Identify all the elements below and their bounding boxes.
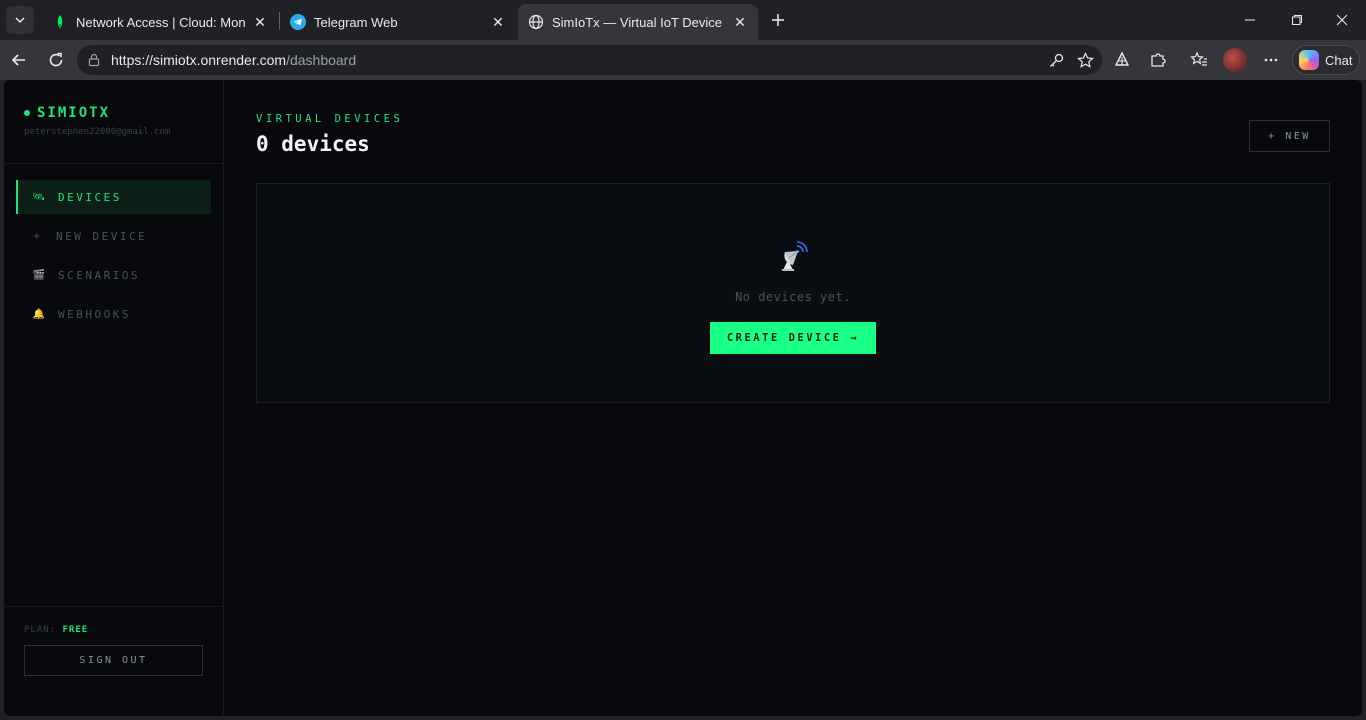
status-dot-icon — [24, 110, 30, 116]
url-text: https://simiotx.onrender.com/dashboard — [111, 52, 356, 68]
profile-avatar[interactable] — [1223, 48, 1247, 72]
copilot-icon — [1299, 50, 1319, 70]
clapperboard-icon: 🎬 — [32, 269, 48, 281]
plus-icon: + — [33, 230, 43, 242]
satellite-icon — [778, 240, 808, 272]
page-viewport: SIMIOTX peterstephen22000@gmail.com 🛰 DE… — [4, 80, 1362, 716]
browser-tab-simiotx[interactable]: SimIoTx — Virtual IoT Device Simulator ✕ — [518, 4, 758, 40]
brand[interactable]: SIMIOTX — [24, 105, 110, 121]
close-icon[interactable]: ✕ — [490, 14, 506, 30]
minimize-button[interactable] — [1236, 6, 1264, 34]
satellite-icon: 🛰 — [32, 191, 48, 203]
section-eyebrow: VIRTUAL DEVICES — [256, 113, 404, 125]
plan-value: FREE — [62, 625, 89, 635]
url-path: /dashboard — [286, 52, 357, 68]
favorites-icon[interactable] — [1188, 49, 1210, 71]
mongodb-leaf-icon — [52, 14, 68, 30]
divider — [4, 606, 223, 607]
plan-label: PLAN: — [24, 625, 57, 635]
sidebar-item-label: NEW DEVICE — [56, 229, 148, 243]
sidebar-item-label: DEVICES — [58, 190, 122, 204]
lock-icon — [88, 53, 100, 67]
empty-state-card: No devices yet. CREATE DEVICE → — [256, 183, 1330, 403]
sidebar-item-devices[interactable]: 🛰 DEVICES — [16, 180, 211, 214]
close-icon[interactable]: ✕ — [732, 14, 748, 30]
star-icon[interactable] — [1076, 51, 1094, 69]
browser-toolbar: https://simiotx.onrender.com/dashboard C… — [0, 40, 1366, 80]
tab-title: Network Access | Cloud: MongoDB — [76, 14, 246, 30]
chat-label: Chat — [1325, 52, 1353, 68]
minimize-icon — [1245, 19, 1255, 21]
main-content: VIRTUAL DEVICES 0 devices + NEW No devic… — [225, 80, 1362, 716]
browser-tab-mongodb[interactable]: Network Access | Cloud: MongoDB ✕ — [42, 4, 278, 40]
sidebar-item-new-device[interactable]: + NEW DEVICE — [16, 219, 211, 253]
address-bar[interactable]: https://simiotx.onrender.com/dashboard — [77, 45, 1102, 75]
sidebar-item-scenarios[interactable]: 🎬 SCENARIOS — [16, 258, 211, 292]
restore-button[interactable] — [1283, 6, 1311, 34]
sidebar-item-label: SCENARIOS — [58, 268, 141, 282]
new-tab-button[interactable] — [766, 8, 790, 32]
tab-title: SimIoTx — Virtual IoT Device Simulator — [552, 14, 726, 30]
sidebar: SIMIOTX peterstephen22000@gmail.com 🛰 DE… — [4, 80, 224, 716]
telegram-icon — [290, 14, 306, 30]
browser-tab-bar: Network Access | Cloud: MongoDB ✕ Telegr… — [0, 0, 1366, 40]
url-host: https://simiotx.onrender.com — [111, 52, 287, 68]
reload-button[interactable] — [42, 46, 70, 74]
create-device-button[interactable]: CREATE DEVICE → — [710, 322, 876, 354]
browser-tab-telegram[interactable]: Telegram Web ✕ — [280, 4, 516, 40]
arrow-left-icon — [11, 54, 25, 66]
extensions-puzzle-icon[interactable] — [1147, 49, 1169, 71]
tab-list-button[interactable] — [6, 6, 34, 34]
sign-out-button[interactable]: SIGN OUT — [24, 645, 203, 676]
bell-icon: 🔔 — [32, 308, 48, 320]
plan-info: PLAN: FREE — [24, 625, 88, 635]
close-window-button[interactable] — [1328, 6, 1356, 34]
brand-name: SIMIOTX — [37, 105, 111, 121]
globe-icon — [528, 14, 544, 30]
tab-title: Telegram Web — [314, 14, 398, 30]
sidebar-item-webhooks[interactable]: 🔔 WEBHOOKS — [16, 297, 211, 331]
new-device-button[interactable]: + NEW — [1249, 120, 1330, 152]
divider — [4, 163, 223, 164]
user-email: peterstephen22000@gmail.com — [24, 127, 171, 137]
page-title: 0 devices — [256, 132, 370, 156]
empty-state-message: No devices yet. — [735, 290, 851, 304]
close-icon[interactable]: ✕ — [252, 14, 268, 30]
back-button[interactable] — [5, 46, 33, 74]
sidebar-item-label: WEBHOOKS — [58, 307, 131, 321]
reload-icon — [49, 52, 63, 67]
chevron-down-icon — [15, 17, 25, 24]
extension-icon[interactable] — [1111, 49, 1133, 71]
close-icon — [1336, 14, 1348, 26]
copilot-chat-button[interactable]: Chat — [1292, 45, 1360, 75]
plus-icon — [772, 14, 784, 26]
key-icon[interactable] — [1047, 51, 1065, 69]
more-options-icon[interactable] — [1260, 49, 1282, 71]
restore-icon — [1292, 15, 1302, 25]
